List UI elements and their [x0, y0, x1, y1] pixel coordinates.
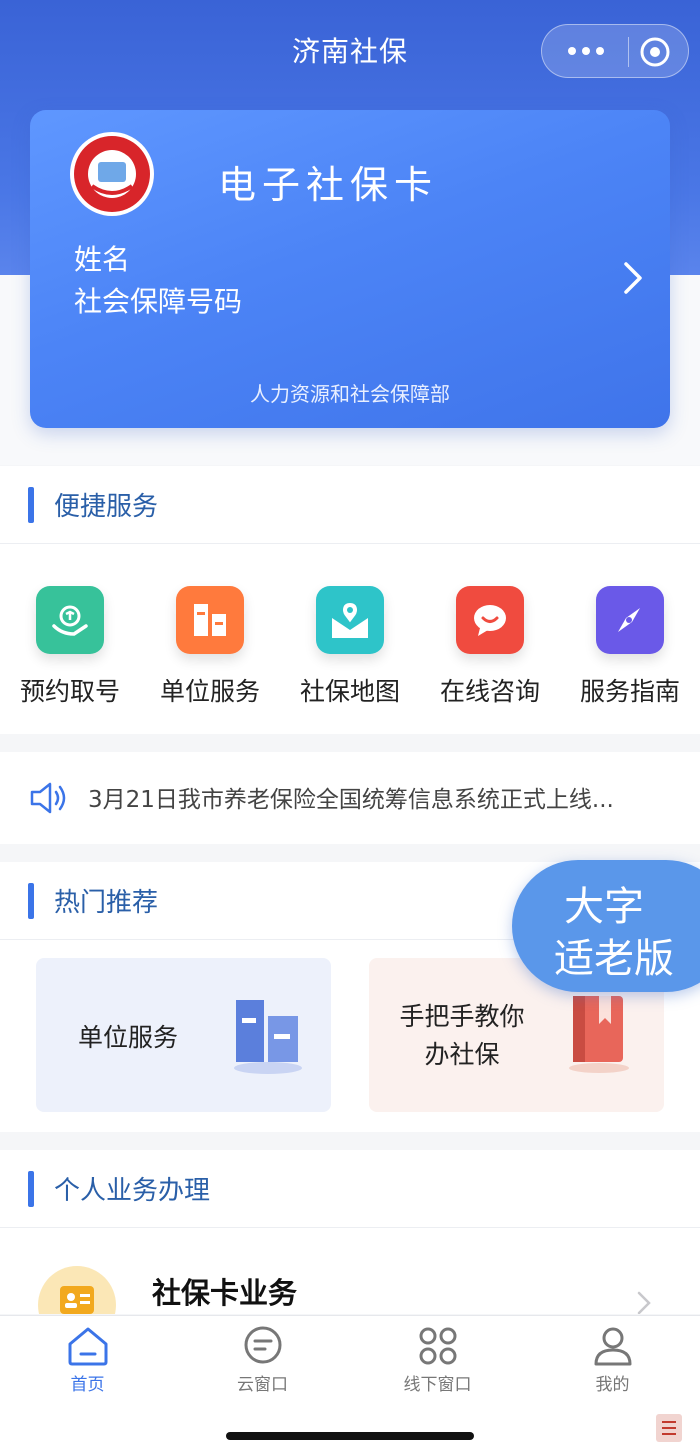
service-map[interactable]: 社保地图 [280, 546, 420, 732]
list-item-title: 社保卡业务 [152, 1276, 298, 1310]
home-icon [68, 1327, 108, 1366]
watermark-logo-icon [656, 1414, 682, 1442]
hot-card-label: 手把手教你办社保 [399, 1002, 525, 1069]
tab-cloud-window[interactable]: 云窗口 [175, 1316, 350, 1406]
section-title: 个人业务办理 [54, 1176, 211, 1206]
close-mini-program-icon[interactable] [638, 35, 672, 69]
notice-bar[interactable]: 3月21日我市养老保险全国统筹信息系统正式上线... [0, 752, 700, 844]
message-icon [244, 1326, 282, 1364]
tab-label: 首页 [70, 1375, 105, 1395]
quick-services-row: 预约取号 单位服务 社保地图 在线咨询 服务指南 [0, 546, 700, 732]
chevron-right-icon[interactable] [620, 258, 646, 298]
electronic-social-security-card[interactable]: 电子社保卡 姓名 社会保障号码 人力资源和社会保障部 [30, 110, 670, 428]
service-employer[interactable]: 单位服务 [140, 546, 280, 732]
service-label: 在线咨询 [439, 677, 540, 706]
more-icon[interactable] [560, 35, 612, 67]
chat-smile-icon [456, 586, 524, 654]
chevron-right-icon [637, 1291, 651, 1314]
id-card-icon [60, 1286, 94, 1314]
quick-services-section: 便捷服务 预约取号 单位服务 社保地图 在线咨询 服务指南 [0, 466, 700, 734]
hand-plant-icon [36, 586, 104, 654]
tab-home[interactable]: 首页 [0, 1316, 175, 1406]
mini-program-capsule [541, 24, 689, 78]
card-issuer: 人力资源和社会保障部 [250, 382, 450, 406]
tab-label: 我的 [595, 1375, 630, 1395]
service-consult[interactable]: 在线咨询 [420, 546, 560, 732]
hot-card-label: 单位服务 [78, 1023, 179, 1052]
tab-label: 线下窗口 [403, 1375, 472, 1395]
card-name-label: 姓名 [74, 243, 131, 276]
service-guide[interactable]: 服务指南 [560, 546, 700, 732]
tab-offline-window[interactable]: 线下窗口 [350, 1316, 525, 1406]
list-item-social-security-card-business[interactable]: 社保卡业务 [0, 1230, 700, 1314]
notice-text: 3月21日我市养老保险全国统筹信息系统正式上线... [88, 787, 614, 813]
service-label: 预约取号 [19, 677, 120, 706]
book-icon [569, 996, 629, 1073]
service-label: 单位服务 [159, 677, 260, 706]
elderly-mode-label-line1: 大字 [564, 884, 644, 930]
elderly-mode-label-line2: 适老版 [554, 936, 674, 982]
user-icon [594, 1327, 632, 1366]
section-title: 便捷服务 [54, 492, 159, 522]
elderly-mode-button[interactable]: 大字 适老版 [512, 860, 700, 992]
section-header: 个人业务办理 [0, 1150, 700, 1228]
section-header: 便捷服务 [0, 466, 700, 544]
map-pin-icon [316, 586, 384, 654]
grid-icon [419, 1327, 457, 1365]
section-accent-bar [28, 1170, 34, 1207]
building-icon [234, 1000, 302, 1074]
card-title: 电子社保卡 [218, 163, 439, 207]
home-indicator [226, 1432, 474, 1440]
section-accent-bar [28, 486, 34, 523]
speaker-icon [30, 782, 66, 814]
tab-mine[interactable]: 我的 [525, 1316, 700, 1406]
service-label: 服务指南 [579, 677, 680, 706]
compass-icon [596, 586, 664, 654]
service-label: 社保地图 [299, 677, 400, 706]
social-security-card-logo-icon [70, 132, 154, 216]
section-title: 热门推荐 [54, 888, 159, 918]
card-ssn-label: 社会保障号码 [74, 285, 243, 318]
building-icon [176, 586, 244, 654]
capsule-divider [628, 37, 629, 67]
personal-business-section: 个人业务办理 [0, 1150, 700, 1230]
section-accent-bar [28, 882, 34, 919]
service-appointment[interactable]: 预约取号 [0, 546, 140, 732]
hot-card-employer-service[interactable]: 单位服务 [36, 958, 331, 1112]
tab-label: 云窗口 [237, 1375, 288, 1395]
